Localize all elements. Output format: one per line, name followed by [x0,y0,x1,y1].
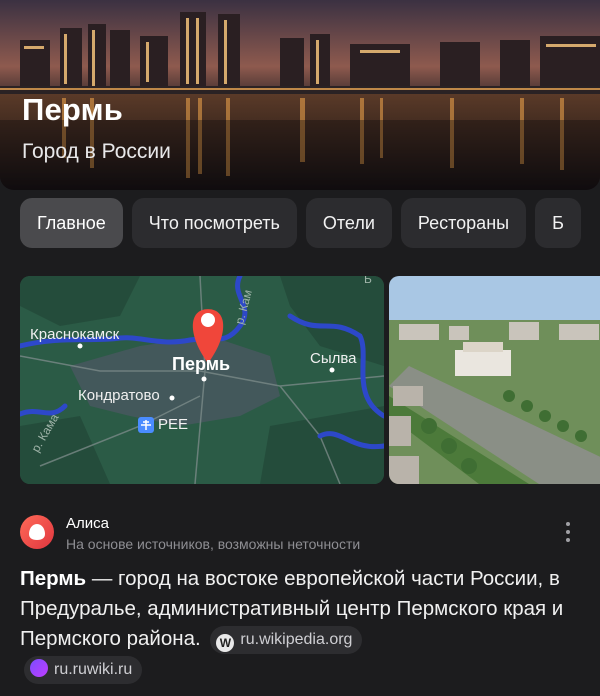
source-label: ru.ruwiki.ru [54,661,133,678]
wikipedia-icon: W [216,633,235,652]
media-gallery: Краснокамск Пермь Кондратово PEE Сылва р… [20,276,600,484]
ruwiki-icon [30,659,48,677]
city-aerial-image [389,276,600,484]
answer-bold: Пермь [20,567,87,590]
alice-name: Алиса [66,515,109,532]
page-subtitle: Город в России [22,140,171,163]
category-tabs: Главное Что посмотреть Отели Рестораны Б [20,198,600,248]
map-label-perm: Пермь [172,354,231,374]
map-label-krasnokamsk: Краснокамск [30,326,120,343]
answer-text: Пермь — город на востоке европейской час… [20,564,588,654]
alice-disclaimer: На основе источников, возможны неточност… [66,536,361,552]
page-title: Пермь [22,92,124,127]
tab-more[interactable]: Б [535,198,581,248]
tab-restaurants[interactable]: Рестораны [400,198,527,248]
more-options-icon[interactable] [558,522,578,546]
source-chip-wikipedia[interactable]: Wru.wikipedia.org [210,625,363,654]
source-chip-ruwiki[interactable]: ru.ruwiki.ru [24,656,143,684]
tab-hotels[interactable]: Отели [305,198,392,248]
city-photo[interactable] [389,276,600,484]
alice-logo-icon [20,515,54,549]
map-label-edge: Б [364,276,372,286]
map-label-sylva: Сылва [310,350,357,367]
city-map[interactable]: Краснокамск Пермь Кондратово PEE Сылва р… [20,276,384,484]
map-label-kondratovo: Кондратово [78,387,160,404]
tab-main[interactable]: Главное [20,198,123,248]
map-background [20,276,384,484]
hero-banner: Пермь Город в России [0,0,600,190]
source-label: ru.wikipedia.org [240,630,353,648]
map-label-airport: PEE [158,416,189,433]
tab-sights[interactable]: Что посмотреть [131,198,297,248]
